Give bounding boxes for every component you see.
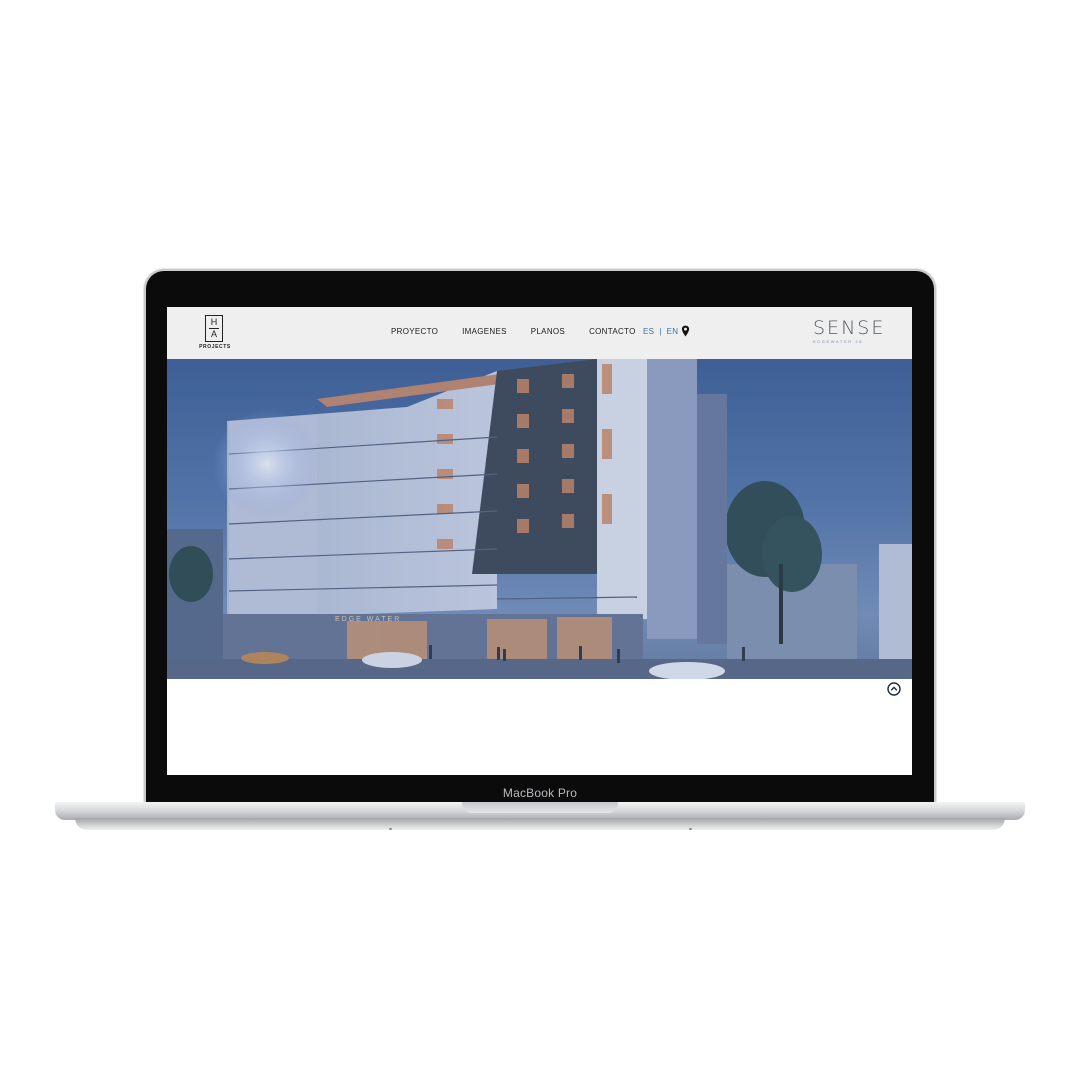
nav-item-imagenes[interactable]: IMAGENES	[462, 327, 507, 339]
language-switcher: ES | EN	[643, 327, 678, 336]
logo-letter-bottom: A	[210, 329, 217, 339]
site-header: H A PROJECTS PROYECTO IMAGENES PLANOS CO…	[167, 307, 912, 359]
lang-separator: |	[659, 327, 662, 336]
brand-name: SENSE	[813, 317, 886, 339]
lang-es[interactable]: ES	[643, 327, 654, 336]
logo-mark: H A	[205, 315, 223, 342]
lang-en[interactable]: EN	[667, 327, 679, 336]
main-nav: PROYECTO IMAGENES PLANOS CONTACTO	[391, 327, 660, 339]
hero-image: EDGE WATER	[167, 359, 912, 679]
brand-tagline: EDGEWATER 28	[813, 339, 864, 344]
nav-item-planos[interactable]: PLANOS	[531, 327, 565, 339]
map-pin-icon[interactable]	[681, 325, 690, 337]
screen: H A PROJECTS PROYECTO IMAGENES PLANOS CO…	[167, 307, 912, 775]
chevron-up-circle-icon[interactable]	[887, 682, 901, 696]
laptop-notch	[462, 802, 618, 813]
logo-word: PROJECTS	[199, 344, 231, 350]
nav-item-contacto[interactable]: CONTACTO	[589, 327, 636, 339]
device-label: MacBook Pro	[502, 786, 578, 800]
logo-letter-top: H	[210, 317, 218, 327]
laptop-base-edge	[75, 818, 1005, 830]
nav-item-proyecto[interactable]: PROYECTO	[391, 327, 438, 339]
ha-projects-logo[interactable]: H A PROJECTS	[199, 315, 231, 353]
sense-brand-logo[interactable]: SENSE EDGEWATER 28	[813, 318, 883, 348]
laptop-foot	[689, 828, 692, 830]
laptop-foot	[389, 828, 392, 830]
